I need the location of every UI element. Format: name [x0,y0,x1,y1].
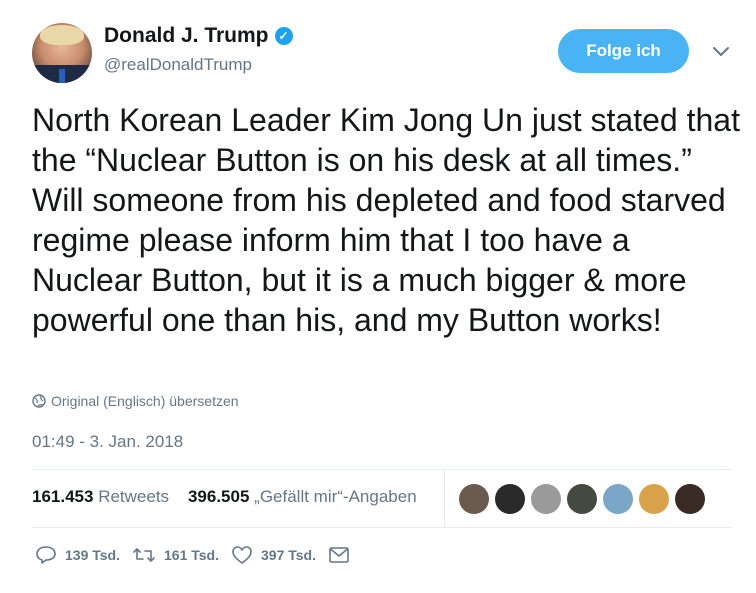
liker-avatar[interactable] [531,484,561,514]
divider-bottom [32,527,732,528]
translate-label[interactable]: Original (Englisch) übersetzen [51,393,239,409]
reply-icon [36,546,56,564]
liker-avatar[interactable] [567,484,597,514]
liker-avatar[interactable] [459,484,489,514]
heart-icon [232,546,252,564]
liker-avatar[interactable] [675,484,705,514]
globe-icon [32,394,46,408]
chevron-down-icon[interactable] [712,42,730,60]
retweet-button[interactable]: 161 Tsd. [132,545,219,565]
liker-avatar[interactable] [639,484,669,514]
direct-message-button[interactable] [328,546,350,564]
retweet-count: 161 Tsd. [164,547,219,563]
likes-stat[interactable]: 396.505 „Gefällt mir“-Angaben [188,487,417,506]
likers-avatars [459,484,705,514]
divider-top [32,469,732,470]
stats-separator [444,470,445,528]
author-handle[interactable]: @realDonaldTrump [104,55,252,75]
avatar-hair [40,25,84,45]
tweet-stats: 161.453 Retweets 396.505 „Gefällt mir“-A… [32,487,417,507]
follow-button[interactable]: Folge ich [558,29,689,73]
likes-count: 396.505 [187,487,250,506]
tweet-text: North Korean Leader Kim Jong Un just sta… [32,102,740,338]
liker-avatar[interactable] [603,484,633,514]
liker-avatar[interactable] [495,484,525,514]
like-count: 397 Tsd. [261,547,316,563]
author-name-text[interactable]: Donald J. Trump [104,24,269,47]
retweet-icon [133,548,155,562]
avatar-tie [59,69,65,83]
like-button[interactable]: 397 Tsd. [231,545,316,565]
translate-link[interactable]: Original (Englisch) übersetzen [32,393,239,409]
retweets-stat[interactable]: 161.453 Retweets [32,487,169,506]
tweet-timestamp[interactable]: 01:49 - 3. Jan. 2018 [32,432,183,452]
envelope-icon [329,547,349,563]
author-avatar[interactable] [32,23,92,83]
reply-count: 139 Tsd. [65,547,120,563]
tweet-actions: 139 Tsd. 161 Tsd. 397 Tsd. [35,545,362,565]
verified-badge-icon: ✓ [274,27,293,45]
author-name[interactable]: Donald J. Trump ✓ [104,24,293,48]
retweets-count: 161.453 [32,487,94,506]
reply-button[interactable]: 139 Tsd. [35,545,120,565]
likes-label: „Gefällt mir“-Angaben [254,487,417,506]
retweets-label: Retweets [98,487,170,506]
